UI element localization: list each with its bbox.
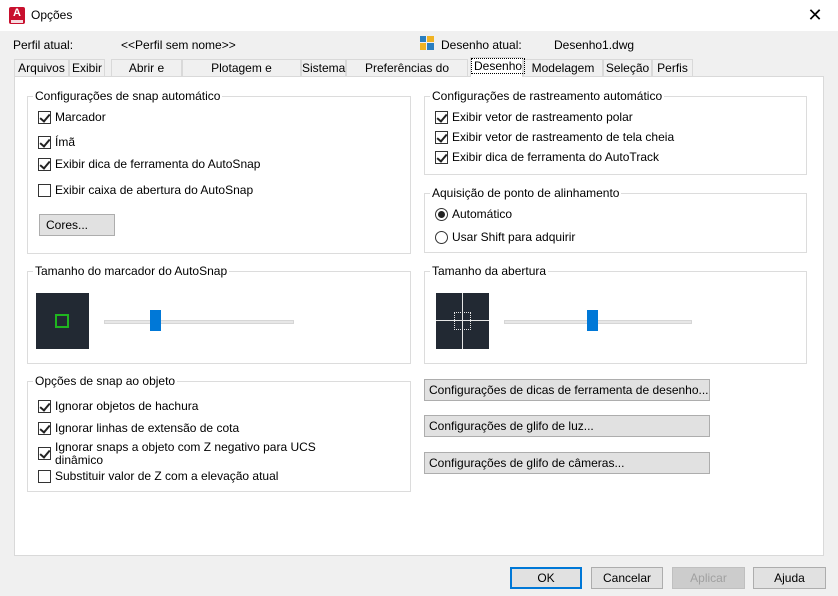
autosnap-aperture-box-checkbox[interactable]: Exibir caixa de abertura do AutoSnap xyxy=(38,183,253,197)
current-drawing-value: Desenho1.dwg xyxy=(554,38,635,52)
tab-arquivos[interactable]: Arquivos xyxy=(14,59,69,77)
checkbox-box[interactable] xyxy=(38,400,51,413)
autosnap-settings-group: Configurações de snap automático Marcado… xyxy=(27,89,411,254)
alignment-acquisition-title: Aquisição de ponto de alinhamento xyxy=(430,186,622,200)
light-glyph-settings-button[interactable]: Configurações de glifo de luz... xyxy=(424,415,710,437)
osnap-options-title: Opções de snap ao objeto xyxy=(33,374,178,388)
autotrack-settings-title: Configurações de rastreamento automático xyxy=(430,89,665,103)
ignore-negative-z-checkbox[interactable]: Ignorar snaps a objeto com Z negativo pa… xyxy=(38,441,316,467)
tab-plotagem-e-publicacao[interactable]: Plotagem e Publicação xyxy=(182,59,301,91)
aperture-size-slider-thumb[interactable] xyxy=(587,310,599,331)
checkbox-box[interactable] xyxy=(38,184,51,197)
marker-preview xyxy=(36,293,89,349)
tab-perfis[interactable]: Perfis xyxy=(652,59,693,77)
aperture-box-icon xyxy=(454,312,471,330)
autotrack-tooltip-checkbox[interactable]: Exibir dica de ferramenta do AutoTrack xyxy=(435,150,659,164)
automatic-radio[interactable]: Automático xyxy=(435,207,512,221)
tab-preferencias-do-usuario[interactable]: Preferências do usuário xyxy=(346,59,468,91)
checkbox-box[interactable] xyxy=(38,136,51,149)
cancel-button[interactable]: Cancelar xyxy=(591,567,663,589)
magnet-checkbox[interactable]: Ímã xyxy=(38,135,75,149)
help-button[interactable]: Ajuda xyxy=(753,567,826,589)
ignore-negative-z-label-line2: dinâmico xyxy=(55,453,104,467)
window-title: Opções xyxy=(31,8,73,22)
aperture-size-title: Tamanho da abertura xyxy=(430,264,549,278)
checkbox-box[interactable] xyxy=(38,470,51,483)
checkbox-box[interactable] xyxy=(435,151,448,164)
close-window-button[interactable]: ✕ xyxy=(792,0,838,31)
drafting-tooltip-settings-button[interactable]: Configurações de dicas de ferramenta de … xyxy=(424,379,710,401)
marker-size-slider-thumb[interactable] xyxy=(150,310,162,331)
shift-to-acquire-radio[interactable]: Usar Shift para adquirir xyxy=(435,230,575,244)
radio-button[interactable] xyxy=(435,208,448,221)
checkbox-box[interactable] xyxy=(435,131,448,144)
tab-abrir-e-salvar[interactable]: Abrir e salvar xyxy=(111,59,182,91)
checkbox-box[interactable] xyxy=(435,111,448,124)
camera-glyph-settings-button[interactable]: Configurações de glifo de câmeras... xyxy=(424,452,710,474)
tab-sistema[interactable]: Sistema xyxy=(301,59,346,77)
checkbox-box[interactable] xyxy=(38,158,51,171)
aperture-size-group: Tamanho da abertura xyxy=(424,264,807,364)
checkbox-box[interactable] xyxy=(38,422,51,435)
autosnap-marker-size-title: Tamanho do marcador do AutoSnap xyxy=(33,264,230,278)
tab-modelagem-3d[interactable]: Modelagem 3D xyxy=(523,59,603,91)
polar-tracking-vector-checkbox[interactable]: Exibir vetor de rastreamento polar xyxy=(435,110,633,124)
current-drawing-label: Desenho atual: xyxy=(441,38,522,52)
title-bar: A Opções ✕ xyxy=(0,0,838,31)
autosnap-tooltip-checkbox[interactable]: Exibir dica de ferramenta do AutoSnap xyxy=(38,157,260,171)
marker-square-icon xyxy=(55,314,69,328)
autocad-app-icon: A xyxy=(9,7,25,24)
alignment-acquisition-group: Aquisição de ponto de alinhamento Automá… xyxy=(424,186,807,253)
ignore-hatch-checkbox[interactable]: Ignorar objetos de hachura xyxy=(38,399,198,413)
marker-size-slider-track[interactable] xyxy=(104,320,294,324)
drawing-file-icon xyxy=(420,36,434,50)
checkbox-box[interactable] xyxy=(38,111,51,124)
tab-desenho[interactable]: Desenho xyxy=(470,57,526,77)
tab-exibir[interactable]: Exibir xyxy=(69,59,105,77)
drawing-tab-panel: Configurações de snap automático Marcado… xyxy=(14,76,824,556)
marker-checkbox[interactable]: Marcador xyxy=(38,110,106,124)
aperture-preview xyxy=(436,293,489,349)
apply-button[interactable]: Aplicar xyxy=(672,567,745,589)
ok-button[interactable]: OK xyxy=(510,567,582,589)
autosnap-marker-size-group: Tamanho do marcador do AutoSnap xyxy=(27,264,411,364)
colors-button[interactable]: Cores... xyxy=(39,214,115,236)
ignore-dimension-extension-lines-checkbox[interactable]: Ignorar linhas de extensão de cota xyxy=(38,421,239,435)
radio-button[interactable] xyxy=(435,231,448,244)
autotrack-settings-group: Configurações de rastreamento automático… xyxy=(424,89,807,175)
ignore-negative-z-label-line1: Ignorar snaps a objeto com Z negativo pa… xyxy=(55,440,316,454)
replace-z-elevation-checkbox[interactable]: Substituir valor de Z com a elevação atu… xyxy=(38,469,278,483)
current-profile-value: <<Perfil sem nome>> xyxy=(121,38,236,52)
osnap-options-group: Opções de snap ao objeto Ignorar objetos… xyxy=(27,374,411,492)
fullscreen-tracking-vector-checkbox[interactable]: Exibir vetor de rastreamento de tela che… xyxy=(435,130,674,144)
tab-selecao[interactable]: Seleção xyxy=(603,59,652,77)
checkbox-box[interactable] xyxy=(38,447,51,460)
autosnap-settings-title: Configurações de snap automático xyxy=(33,89,223,103)
current-profile-label: Perfil atual: xyxy=(13,38,74,52)
